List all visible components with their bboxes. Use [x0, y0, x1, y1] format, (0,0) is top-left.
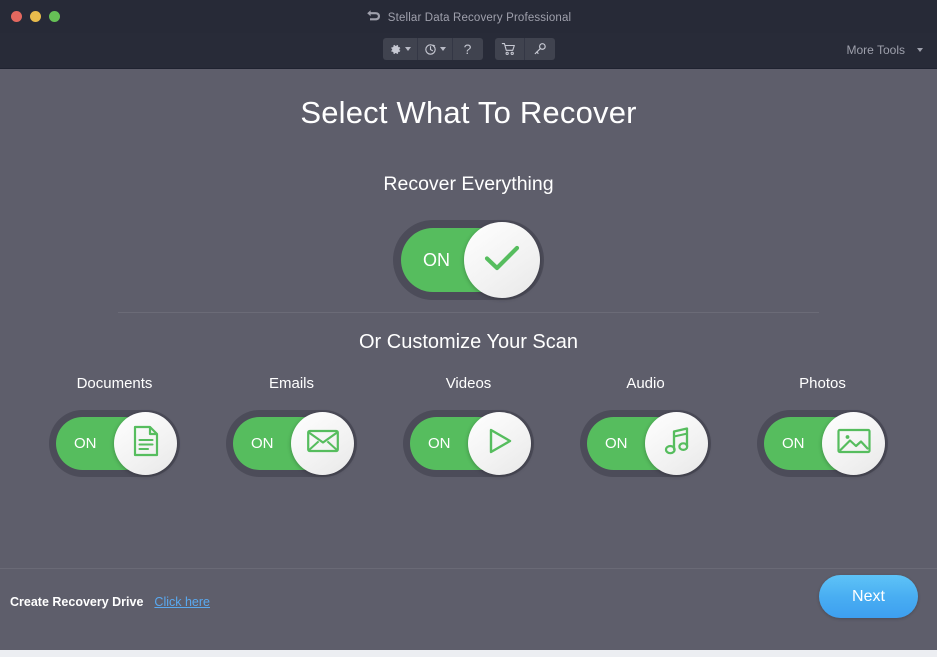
toolbar-group-primary: ?: [382, 38, 483, 60]
toggle-knob: [645, 412, 708, 475]
category-label: Documents: [76, 375, 153, 392]
footer-bar: Create Recovery Drive Click here Next: [0, 568, 937, 657]
category-audio: Audio ON: [557, 375, 734, 477]
undo-arrow-icon: [366, 9, 381, 27]
app-window: Stellar Data Recovery Professional ? Mor…: [0, 0, 937, 657]
category-videos: Videos ON: [380, 375, 557, 477]
toggle-knob: [822, 412, 885, 475]
documents-toggle[interactable]: ON: [49, 410, 180, 477]
main-content: Select What To Recover Recover Everythin…: [0, 69, 937, 637]
photos-toggle[interactable]: ON: [757, 410, 888, 477]
history-button[interactable]: [418, 38, 453, 60]
more-tools-dropdown[interactable]: More Tools: [847, 43, 923, 57]
envelope-icon: [306, 428, 340, 459]
category-label: Videos: [445, 375, 492, 392]
create-recovery-drive-label: Create Recovery Drive: [10, 595, 144, 609]
chevron-down-icon: [439, 47, 446, 51]
settings-button[interactable]: [383, 38, 418, 60]
help-button[interactable]: ?: [453, 38, 483, 60]
image-icon: [836, 427, 872, 460]
recover-everything-toggle[interactable]: ON: [393, 220, 544, 300]
question-mark-icon: ?: [463, 41, 472, 57]
master-toggle-wrap: ON: [0, 220, 937, 300]
category-label: Emails: [268, 375, 314, 392]
key-icon: [533, 42, 547, 56]
category-photos: Photos ON: [734, 375, 911, 477]
toolbar-group-secondary: [494, 38, 555, 60]
next-button[interactable]: Next: [819, 575, 918, 618]
gear-icon: [389, 43, 402, 56]
category-toggle-list: Documents ON Emails ON Videos ON Audio O…: [26, 375, 911, 477]
clock-refresh-icon: [424, 43, 437, 56]
shopping-cart-icon: [501, 42, 517, 56]
toggle-state-label: ON: [782, 435, 805, 452]
minimize-window-button[interactable]: [30, 11, 41, 22]
audio-toggle[interactable]: ON: [580, 410, 711, 477]
toggle-state-label: ON: [74, 435, 97, 452]
chevron-down-icon: [917, 48, 923, 52]
title-bar: Stellar Data Recovery Professional: [0, 0, 937, 33]
category-emails: Emails ON: [203, 375, 380, 477]
document-icon: [131, 425, 161, 462]
toggle-knob: [464, 222, 540, 298]
category-label: Photos: [799, 375, 846, 392]
toolbar: ? More Tools: [0, 33, 937, 69]
activation-button[interactable]: [525, 38, 555, 60]
section-divider: [118, 312, 819, 313]
videos-toggle[interactable]: ON: [403, 410, 534, 477]
click-here-link[interactable]: Click here: [154, 595, 210, 609]
customize-scan-label: Or Customize Your Scan: [359, 331, 578, 353]
window-controls: [11, 11, 60, 22]
window-title: Stellar Data Recovery Professional: [387, 12, 572, 24]
window-bottom-edge: [0, 650, 937, 657]
toggle-state-label: ON: [428, 435, 451, 452]
category-documents: Documents ON: [26, 375, 203, 477]
toggle-knob: [468, 412, 531, 475]
checkmark-icon: [483, 243, 521, 278]
toggle-state-label: ON: [251, 435, 274, 452]
category-label: Audio: [626, 375, 665, 392]
toggle-knob: [114, 412, 177, 475]
recover-everything-label: Recover Everything: [383, 173, 554, 195]
more-tools-label: More Tools: [846, 43, 905, 57]
music-note-icon: [662, 425, 692, 462]
toolbar-button-groups: ?: [382, 38, 555, 60]
chevron-down-icon: [404, 47, 411, 51]
play-triangle-icon: [484, 426, 516, 461]
create-recovery-drive-group: Create Recovery Drive Click here: [10, 595, 210, 609]
toggle-state-label: ON: [605, 435, 628, 452]
toggle-state-label: ON: [423, 249, 450, 270]
emails-toggle[interactable]: ON: [226, 410, 357, 477]
page-title: Select What To Recover: [300, 95, 637, 130]
window-title-group: Stellar Data Recovery Professional: [0, 9, 937, 27]
cart-button[interactable]: [495, 38, 525, 60]
toggle-knob: [291, 412, 354, 475]
close-window-button[interactable]: [11, 11, 22, 22]
maximize-window-button[interactable]: [49, 11, 60, 22]
